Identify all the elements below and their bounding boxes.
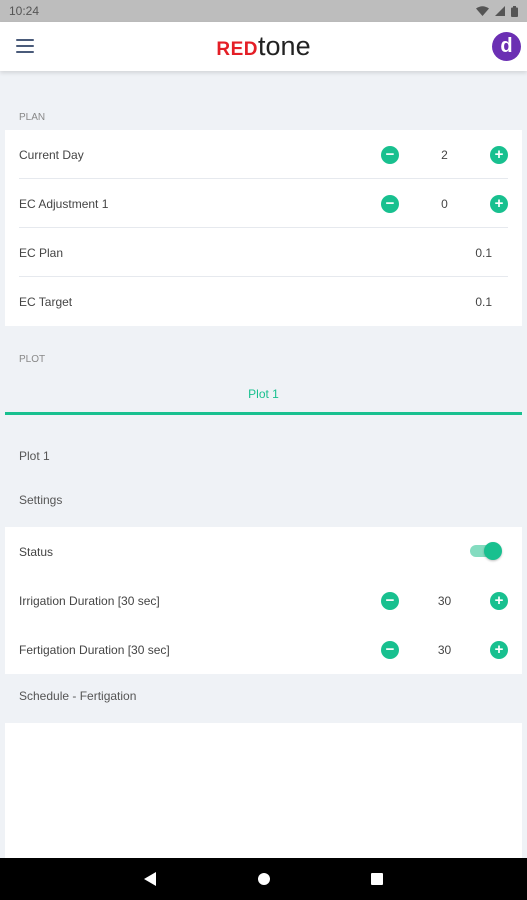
row-label: EC Adjustment 1 <box>19 196 109 211</box>
plot-title: Plot 1 <box>19 449 50 463</box>
status-bar: 10:24 <box>0 0 527 22</box>
settings-heading: Settings <box>19 493 63 507</box>
plan-card: Current Day − 2 + EC Adjustment 1 − 0 + … <box>5 130 522 326</box>
row-label: Irrigation Duration [30 sec] <box>19 593 160 608</box>
status-time: 10:24 <box>9 4 40 18</box>
main-content: PLAN Current Day − 2 + EC Adjustment 1 −… <box>0 71 527 858</box>
current-day-stepper: − 2 + <box>381 130 508 179</box>
wifi-icon <box>476 6 489 16</box>
tab-indicator <box>5 412 522 415</box>
row-label: Status <box>19 544 54 559</box>
increment-button[interactable]: + <box>490 591 508 610</box>
plot-row-irrigation-duration: Irrigation Duration [30 sec] − 30 + <box>5 576 522 625</box>
tab-label: Plot 1 <box>248 387 279 401</box>
decrement-button[interactable]: − <box>381 640 399 659</box>
toggle-thumb <box>484 542 502 560</box>
decrement-button[interactable]: − <box>381 194 399 213</box>
increment-button[interactable]: + <box>490 194 508 213</box>
stepper-value: 2 <box>441 147 448 162</box>
decrement-button[interactable]: − <box>381 145 399 164</box>
user-avatar[interactable]: d <box>492 32 521 61</box>
status-icons <box>476 5 518 17</box>
logo-tone-text: tone <box>258 31 311 61</box>
increment-button[interactable]: + <box>490 640 508 659</box>
row-value: 0.1 <box>475 294 492 309</box>
plan-row-current-day: Current Day − 2 + <box>5 130 522 179</box>
recent-apps-icon[interactable] <box>371 873 383 885</box>
tab-plot-1[interactable]: Plot 1 <box>5 373 522 415</box>
row-label: EC Target <box>19 294 73 309</box>
signal-icon <box>495 6 505 16</box>
home-icon[interactable] <box>258 873 270 885</box>
plot-section-label: PLOT <box>19 354 46 365</box>
ec-adjustment-stepper: − 0 + <box>381 179 508 228</box>
back-icon[interactable] <box>144 872 156 886</box>
redtone-logo: REDtone <box>0 31 527 62</box>
fertigation-duration-stepper: − 30 + <box>381 625 508 674</box>
plot-row-status: Status <box>5 527 522 576</box>
plan-row-ec-plan: EC Plan 0.1 <box>5 228 522 277</box>
stepper-value: 0 <box>441 196 448 211</box>
battery-icon <box>511 5 518 17</box>
irrigation-duration-stepper: − 30 + <box>381 576 508 625</box>
stepper-value: 30 <box>437 642 452 657</box>
schedule-heading: Schedule - Fertigation <box>19 689 137 703</box>
system-nav-bar <box>0 858 527 900</box>
row-label: Current Day <box>19 147 84 162</box>
plan-row-ec-adjustment: EC Adjustment 1 − 0 + <box>5 179 522 228</box>
row-value: 0.1 <box>475 245 492 260</box>
logo-red-text: RED <box>216 39 259 60</box>
decrement-button[interactable]: − <box>381 591 399 610</box>
plot-row-fertigation-duration: Fertigation Duration [30 sec] − 30 + <box>5 625 522 674</box>
plan-section-label: PLAN <box>19 112 46 123</box>
stepper-value: 30 <box>437 593 452 608</box>
row-label: EC Plan <box>19 245 64 260</box>
row-label: Fertigation Duration [30 sec] <box>19 642 170 657</box>
app-bar: REDtone d <box>0 22 527 71</box>
plan-row-ec-target: EC Target 0.1 <box>5 277 522 326</box>
schedule-card <box>5 723 522 858</box>
plot-settings-card: Status Irrigation Duration [30 sec] − 30… <box>5 527 522 674</box>
status-toggle[interactable] <box>468 541 502 561</box>
increment-button[interactable]: + <box>490 145 508 164</box>
